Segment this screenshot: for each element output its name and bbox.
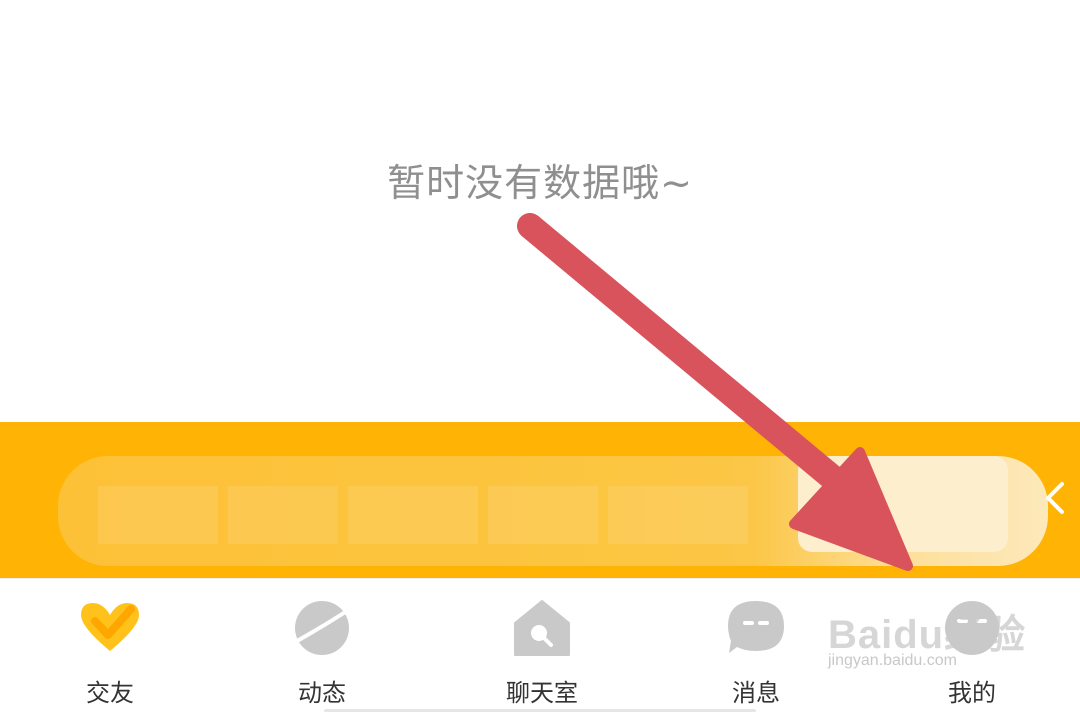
- banner-blurred-content: [58, 456, 1048, 566]
- profile-icon: [945, 601, 999, 655]
- tab-chat-room[interactable]: 聊天室: [472, 597, 612, 707]
- blur-block: [608, 486, 748, 544]
- tab-label: 聊天室: [506, 679, 578, 707]
- blur-block: [228, 486, 338, 544]
- tab-label: 动态: [298, 679, 346, 707]
- promo-banner[interactable]: [0, 422, 1080, 578]
- chevron-left-icon[interactable]: [1040, 478, 1070, 518]
- planet-icon: [295, 601, 349, 655]
- tab-label: 交友: [86, 679, 134, 707]
- heart-check-icon: [81, 603, 139, 651]
- bottom-tab-bar: 交友 动态 聊天室 消息 我的: [0, 578, 1080, 712]
- tab-me[interactable]: 我的: [902, 597, 1042, 707]
- banner-card: [798, 456, 1008, 552]
- tab-messages[interactable]: 消息: [686, 597, 826, 707]
- tab-label: 我的: [948, 679, 996, 707]
- house-icon: [514, 600, 570, 656]
- blur-block: [348, 486, 478, 544]
- blur-block: [488, 486, 598, 544]
- empty-state-message: 暂时没有数据哦~: [387, 161, 693, 205]
- tab-moments[interactable]: 动态: [252, 597, 392, 707]
- chat-bubble-icon: [728, 601, 784, 653]
- tab-make-friends[interactable]: 交友: [40, 597, 180, 707]
- blur-block: [98, 486, 218, 544]
- tab-label: 消息: [732, 679, 780, 707]
- app-screen: 暂时没有数据哦~ 交友 动态 聊天室 消息 我的 Baidu经验 jingyan…: [0, 0, 1080, 712]
